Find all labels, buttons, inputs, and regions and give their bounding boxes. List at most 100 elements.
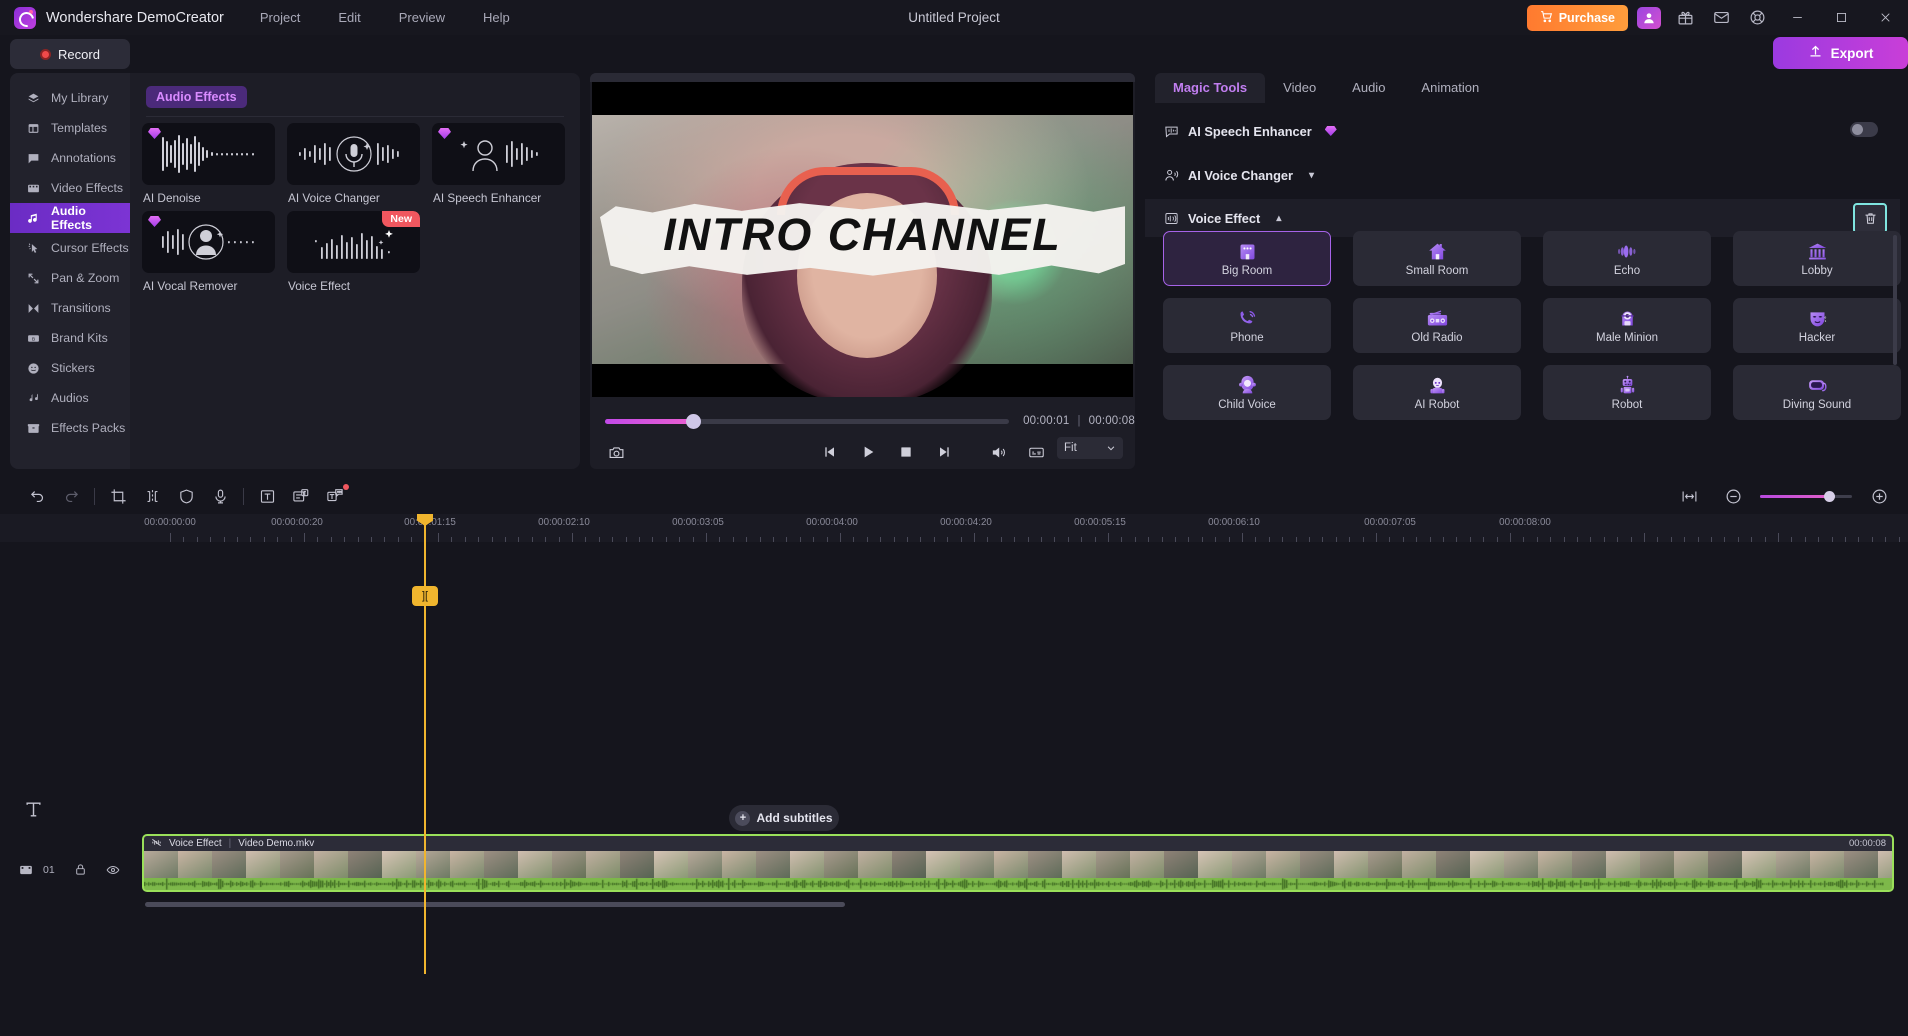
redo-icon[interactable] <box>54 479 88 513</box>
next-frame-icon[interactable] <box>930 438 958 466</box>
export-button[interactable]: Export <box>1773 37 1908 69</box>
lock-icon[interactable] <box>73 862 88 877</box>
ai-speech-enhancer-toggle[interactable] <box>1850 122 1878 137</box>
sidebar-item-audio-effects[interactable]: Audio Effects <box>10 203 130 233</box>
effect-card-voice-effect[interactable]: New Voice Effect <box>287 211 420 293</box>
voice-effect-big-room[interactable]: Big Room <box>1163 231 1331 286</box>
voice-effect-echo[interactable]: Echo <box>1543 231 1711 286</box>
voice-effect-old-radio[interactable]: Old Radio <box>1353 298 1521 353</box>
menu-help[interactable]: Help <box>483 10 510 25</box>
support-icon[interactable] <box>1742 4 1772 32</box>
maximize-button[interactable] <box>1822 0 1860 35</box>
split-icon[interactable] <box>135 479 169 513</box>
timeline-playhead[interactable]: ][ <box>412 514 438 974</box>
effect-card-ai-voice-changer[interactable]: AI Voice Changer <box>287 123 420 205</box>
playhead-split-badge[interactable]: ][ <box>412 586 438 606</box>
undo-icon[interactable] <box>20 479 54 513</box>
chevron-up-icon[interactable]: ▴ <box>1276 213 1281 224</box>
row-ai-speech-enhancer[interactable]: AI Speech Enhancer <box>1145 111 1900 151</box>
ruler-label: 00:00:04:00 <box>806 517 858 528</box>
sidebar-item-audios[interactable]: Audios <box>10 383 130 413</box>
tab-audio[interactable]: Audio <box>1334 73 1403 103</box>
zoom-slider-handle[interactable] <box>1824 490 1835 502</box>
voice-effect-diving-sound[interactable]: Diving Sound <box>1733 365 1901 420</box>
minimize-button[interactable] <box>1778 0 1816 35</box>
gift-icon[interactable] <box>1670 4 1700 32</box>
preview-seek-bar[interactable] <box>605 413 1010 429</box>
menu-edit[interactable]: Edit <box>338 10 360 25</box>
fit-timeline-icon[interactable] <box>1672 479 1706 513</box>
sidebar-item-cursor-effects[interactable]: Cursor Effects <box>10 233 130 263</box>
add-subtitles-button[interactable]: + Add subtitles <box>729 805 839 831</box>
filmstrip-thumb <box>960 851 994 878</box>
clip-effect-label: Voice Effect <box>169 838 222 849</box>
crop-icon[interactable] <box>101 479 135 513</box>
timeline-canvas[interactable]: + Add subtitles 01 Voice Effect | Video … <box>0 542 1908 1036</box>
ruler-label: 00:00:02:10 <box>538 517 590 528</box>
filmstrip-thumb <box>586 851 620 878</box>
close-button[interactable] <box>1866 0 1904 35</box>
tab-magic-tools[interactable]: Magic Tools <box>1155 73 1266 103</box>
sidebar-item-annotations[interactable]: Annotations <box>10 143 130 173</box>
menu-project[interactable]: Project <box>260 10 300 25</box>
eye-icon[interactable] <box>106 862 121 877</box>
snapshot-icon[interactable] <box>602 438 630 466</box>
volume-icon[interactable] <box>984 438 1012 466</box>
voice-effect-child-voice[interactable]: Child Voice <box>1163 365 1331 420</box>
record-button[interactable]: Record <box>10 39 130 69</box>
sidebar-item-stickers[interactable]: Stickers <box>10 353 130 383</box>
purchase-button[interactable]: Purchase <box>1526 4 1628 31</box>
marker-icon[interactable] <box>1022 438 1050 466</box>
mail-icon[interactable] <box>1706 4 1736 32</box>
sidebar-item-effects-packs[interactable]: Effects Packs <box>10 413 130 443</box>
chevron-down-icon[interactable]: ▾ <box>1309 170 1314 181</box>
template-icon <box>26 121 40 135</box>
speech-enhancer-icon <box>1163 123 1179 139</box>
effect-card-ai-speech-enhancer[interactable]: AI Speech Enhancer <box>432 123 565 205</box>
preview-stage[interactable]: INTRO CHANNEL <box>592 82 1133 397</box>
zoom-in-icon[interactable] <box>1862 479 1896 513</box>
voice-effect-phone[interactable]: Phone <box>1163 298 1331 353</box>
timeline-clip[interactable]: Voice Effect | Video Demo.mkv 00:00:08 <box>142 834 1894 892</box>
sidebar-item-video-effects[interactable]: Video Effects <box>10 173 130 203</box>
preview-seek-handle[interactable] <box>686 413 701 429</box>
title-bar: Wondershare DemoCreator Project Edit Pre… <box>0 0 1908 35</box>
sidebar-item-brand-kits[interactable]: B Brand Kits <box>10 323 130 353</box>
zoom-slider[interactable] <box>1760 490 1852 502</box>
effect-card-ai-vocal-remover[interactable]: AI Vocal Remover <box>142 211 275 293</box>
caption-icon[interactable] <box>318 479 352 513</box>
voice-effect-robot[interactable]: Robot <box>1543 365 1711 420</box>
effect-thumbnail <box>142 211 275 273</box>
prev-frame-icon[interactable] <box>816 438 844 466</box>
sidebar-item-my-library[interactable]: My Library <box>10 83 130 113</box>
play-icon[interactable] <box>854 438 882 466</box>
effects-divider <box>146 116 564 117</box>
effects-grid: AI Denoise AI Voice Changer AI Speech En… <box>142 123 572 293</box>
timeline-horizontal-scrollbar[interactable] <box>145 902 845 907</box>
stop-icon[interactable] <box>892 438 920 466</box>
tab-animation[interactable]: Animation <box>1403 73 1497 103</box>
voice-effect-ai-robot[interactable]: AI Robot <box>1353 365 1521 420</box>
fit-dropdown[interactable]: Fit <box>1057 437 1123 459</box>
subtitle-icon[interactable] <box>284 479 318 513</box>
sidebar-item-transitions[interactable]: Transitions <box>10 293 130 323</box>
tab-video[interactable]: Video <box>1265 73 1334 103</box>
right-panel-scrollbar[interactable] <box>1893 235 1897 365</box>
user-icon[interactable] <box>1634 4 1664 32</box>
zoom-out-icon[interactable] <box>1716 479 1750 513</box>
effect-thumbnail <box>287 123 420 185</box>
voice-effect-hacker[interactable]: 01 Hacker <box>1733 298 1901 353</box>
voice-effect-small-room[interactable]: Small Room <box>1353 231 1521 286</box>
effect-card-ai-denoise[interactable]: AI Denoise <box>142 123 275 205</box>
delete-voice-effect-button[interactable] <box>1853 203 1887 234</box>
voice-effect-lobby[interactable]: Lobby <box>1733 231 1901 286</box>
sidebar-item-templates[interactable]: Templates <box>10 113 130 143</box>
shield-icon[interactable] <box>169 479 203 513</box>
timeline-ruler[interactable]: + 00:00:00:00 00:00:00:20 00:00:01:15 00… <box>0 514 1908 571</box>
voice-effect-male-minion[interactable]: Male Minion <box>1543 298 1711 353</box>
row-ai-voice-changer[interactable]: AI Voice Changer ▾ <box>1145 155 1900 195</box>
text-icon[interactable] <box>250 479 284 513</box>
sidebar-item-pan-zoom[interactable]: Pan & Zoom <box>10 263 130 293</box>
menu-preview[interactable]: Preview <box>399 10 445 25</box>
mic-icon[interactable] <box>203 479 237 513</box>
